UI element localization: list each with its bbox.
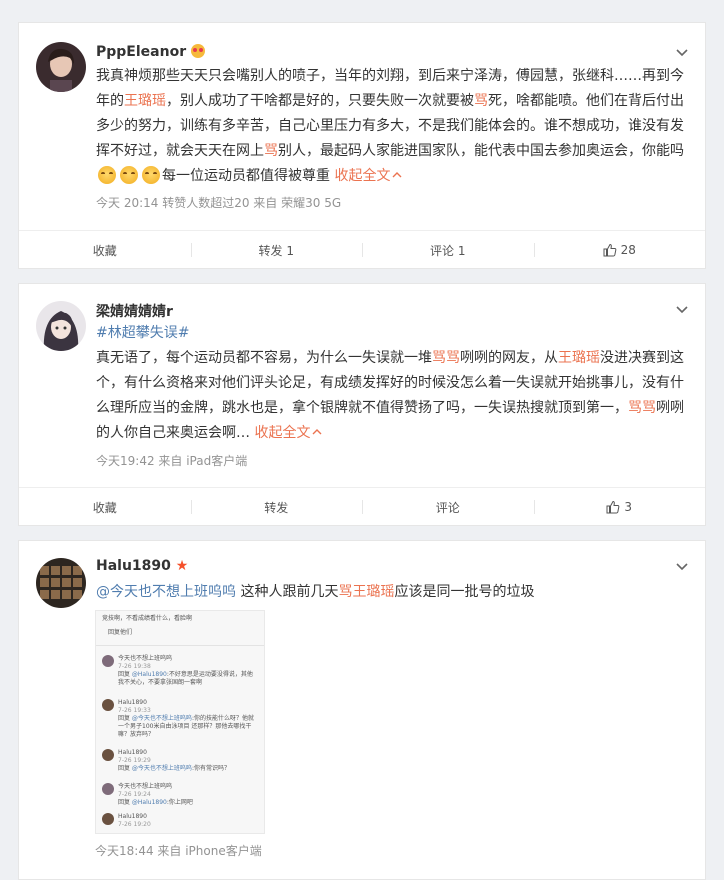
highlight-text: 骂王璐瑶: [338, 584, 395, 600]
username[interactable]: 梁婧婧婧婧r: [96, 301, 173, 321]
shot-time: 7-26 19:38: [118, 663, 151, 670]
shot-user: 今天也不想上班呜呜: [118, 783, 173, 790]
thumbs-up-icon: [606, 500, 620, 514]
post-meta: 今天 20:14 转赞人数超过20 来自 荣耀30 5G: [96, 196, 342, 210]
chevron-up-icon[interactable]: [312, 427, 322, 437]
like-button[interactable]: 28: [533, 231, 706, 269]
text-segment: ，别人成功了干啥都是好的，只要失败一次就要被: [166, 93, 474, 109]
favorite-button[interactable]: 收藏: [19, 231, 191, 269]
comment-button[interactable]: 评论 1: [362, 231, 534, 269]
text-segment: 这种人跟前几天: [236, 584, 339, 600]
smile-emoji-icon: [142, 166, 160, 184]
smile-emoji-icon: [98, 166, 116, 184]
comment-button[interactable]: 评论: [362, 488, 534, 526]
text-segment: 咧咧的网友，从: [460, 350, 558, 366]
like-button[interactable]: 3: [533, 488, 706, 526]
highlight-text: 骂骂: [432, 350, 460, 366]
highlight-text: 骂: [264, 143, 278, 159]
avatar[interactable]: [36, 301, 86, 351]
chevron-up-icon[interactable]: [392, 170, 402, 180]
star-badge-icon: ★: [175, 558, 189, 574]
post-card-1: PppEleanor 我真神烦那些天天只会嘴别人的喷子，当年的刘翔，到后来宁泽涛…: [18, 22, 706, 269]
shot-time: 7-26 19:29: [118, 757, 151, 764]
chevron-down-icon[interactable]: [675, 302, 689, 316]
mention-link[interactable]: @今天也不想上班呜呜: [96, 584, 236, 600]
heart-eyes-emoji-icon: [190, 44, 205, 58]
action-bar: 收藏 转发 评论 3: [19, 487, 705, 526]
shot-user: Halu1890: [118, 813, 147, 820]
shot-user: Halu1890: [118, 699, 147, 706]
highlight-text: 骂骂: [628, 400, 656, 416]
shot-time: 7-26 19:20: [118, 821, 151, 828]
avatar[interactable]: [36, 42, 86, 92]
shot-user: Halu1890: [118, 749, 147, 756]
chevron-down-icon[interactable]: [675, 45, 689, 59]
collapse-text-link[interactable]: 收起全文: [330, 168, 390, 184]
shot-comment: 回复 @Halu1890:不好意思是运动要没得说，其他我不关心，不要拿张国朗一套…: [118, 671, 253, 686]
post-text: 真无语了，每个运动员都不容易，为什么一失误就一堆骂骂咧咧的网友，从王璐瑶没进决赛…: [96, 346, 685, 446]
thumbs-up-icon: [603, 243, 616, 257]
shot-comment: 回复 @Halu1890:你上网吧: [118, 799, 193, 806]
shot-time: 7-26 19:24: [118, 791, 151, 798]
repost-button[interactable]: 转发 1: [190, 231, 363, 269]
highlight-text: 王璐瑶: [124, 93, 166, 109]
chevron-down-icon[interactable]: [675, 559, 689, 573]
text-segment: 应该是同一批号的垃圾: [394, 584, 535, 600]
highlight-text: 骂: [474, 93, 488, 109]
avatar[interactable]: [36, 558, 86, 608]
text-segment: 真无语了，每个运动员都不容易，为什么一失误就一堆: [96, 350, 432, 366]
post-meta: 今天19:42 来自 iPad客户端: [96, 454, 248, 468]
action-bar: 收藏 转发 1 评论 1 28: [19, 230, 705, 269]
shot-time: 7-26 19:33: [118, 707, 151, 714]
highlight-text: 王璐瑶: [558, 350, 600, 366]
shot-line: 竞技啊，不看成绩看什么，看脸啊: [102, 615, 193, 622]
shot-comment: 回复 @今天也不想上班呜呜:你的技能什么呀？他就一个男子100米自由泳项目 还那…: [118, 715, 254, 738]
post-text: @今天也不想上班呜呜 这种人跟前几天骂王璐瑶应该是同一批号的垃圾: [96, 580, 685, 605]
shot-comment: 回复 @今天也不想上班呜呜:你有常识吗？: [118, 765, 230, 772]
username[interactable]: Halu1890 ★: [96, 558, 188, 574]
post-text: 我真神烦那些天天只会嘴别人的喷子，当年的刘翔，到后来宁泽涛，傅园慧，张继科……再…: [96, 64, 685, 189]
attached-screenshot-image[interactable]: 竞技啊，不看成绩看什么，看脸啊 回复他们 今天也不想上班呜呜 7-26 19:3…: [95, 610, 265, 834]
post-meta: 今天18:44 来自 iPhone客户端: [95, 844, 262, 858]
username[interactable]: PppEleanor: [96, 44, 205, 60]
favorite-button[interactable]: 收藏: [19, 488, 191, 526]
text-segment: 别人，最起码人家能进国家队，能代表中国去参加奥运会，你能吗: [278, 143, 684, 159]
shot-user: 今天也不想上班呜呜: [118, 655, 173, 662]
collapse-text-link[interactable]: 收起全文: [250, 425, 310, 441]
repost-button[interactable]: 转发: [190, 488, 363, 526]
topic-link[interactable]: #林超攀失误#: [96, 321, 189, 346]
shot-line: 回复他们: [108, 629, 133, 636]
post-card-2: 梁婧婧婧婧r #林超攀失误# 真无语了，每个运动员都不容易，为什么一失误就一堆骂…: [18, 283, 706, 526]
text-segment: 每一位运动员都值得被尊重: [162, 168, 330, 184]
smile-emoji-icon: [120, 166, 138, 184]
